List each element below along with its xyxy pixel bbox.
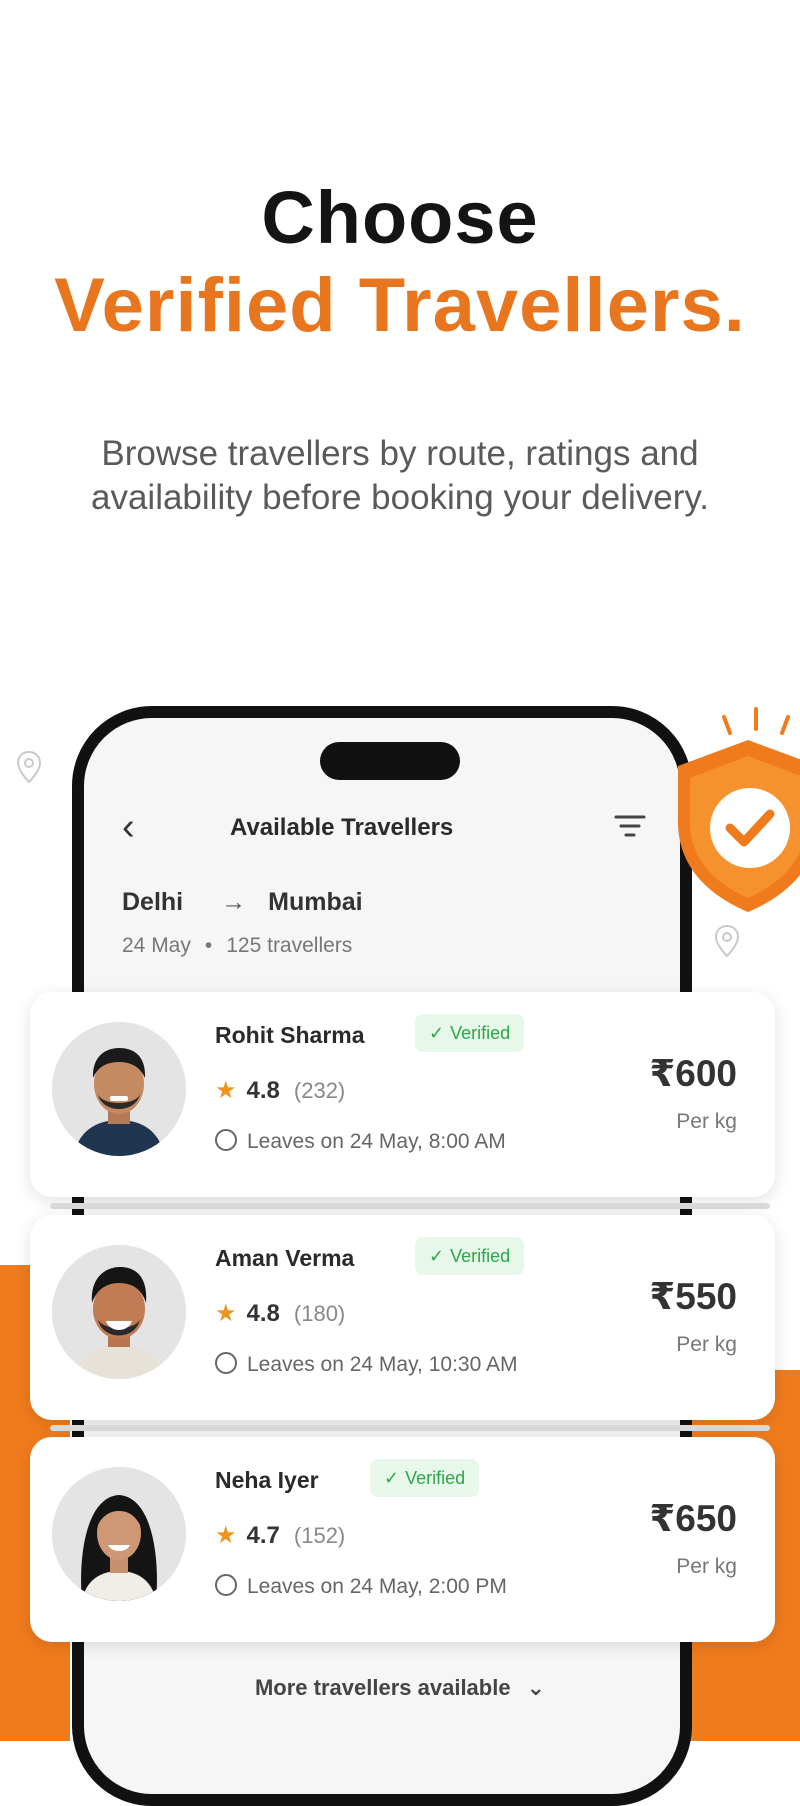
traveller-card[interactable]: Aman Verma ✓ Verified ★ 4.8 (180) Leaves on… xyxy=(30,1215,775,1420)
divider xyxy=(50,1203,770,1209)
traveller-card[interactable]: Neha Iyer ✓ Verified ★ 4.7 (152) Leaves on … xyxy=(30,1437,775,1642)
verified-shield-icon xyxy=(678,740,800,912)
departure-time: Leaves on 24 May, 8:00 AM xyxy=(247,1130,506,1153)
price: ₹550 xyxy=(649,1276,737,1317)
rating-value: 4.8 xyxy=(246,1077,280,1104)
price-unit: Per kg xyxy=(676,1555,737,1578)
traveller-card[interactable]: Rohit Sharma ✓ Verified ★ 4.8 (232) Leaves … xyxy=(30,992,775,1197)
filter-icon[interactable] xyxy=(612,808,648,844)
verified-badge: ✓ Verified xyxy=(370,1459,480,1497)
route-meta: 24 May • 125 travellers xyxy=(122,934,352,958)
verified-label: Verified xyxy=(450,1023,511,1043)
price-unit: Per kg xyxy=(676,1333,737,1356)
route-date: 24 May xyxy=(122,934,191,957)
price-unit: Per kg xyxy=(676,1110,737,1133)
route-from: Delhi xyxy=(122,888,184,916)
clock-icon xyxy=(215,1574,237,1597)
avatar xyxy=(52,1467,186,1601)
route: Delhi → Mumbai xyxy=(122,888,363,917)
departure: Leaves on 24 May, 10:30 AM xyxy=(215,1352,518,1377)
review-count: (152) xyxy=(293,1523,346,1548)
departure-time: Leaves on 24 May, 2:00 PM xyxy=(247,1575,507,1598)
avatar xyxy=(52,1022,186,1156)
verified-badge: ✓ Verified xyxy=(415,1014,525,1052)
more-label: More travellers available xyxy=(254,1675,511,1700)
rating-value: 4.7 xyxy=(246,1522,280,1549)
verified-check-icon: ✓ xyxy=(384,1468,400,1488)
verified-check-icon: ✓ xyxy=(429,1246,445,1266)
clock-icon xyxy=(215,1129,237,1152)
arrow-right-icon: → xyxy=(221,888,247,916)
verified-badge: ✓ Verified xyxy=(415,1237,525,1275)
verified-label: Verified xyxy=(405,1468,466,1488)
rating: ★ 4.7 (152) xyxy=(215,1521,345,1550)
departure: Leaves on 24 May, 8:00 AM xyxy=(215,1129,506,1154)
rating: ★ 4.8 (180) xyxy=(215,1299,345,1328)
price: ₹600 xyxy=(649,1053,737,1094)
chevron-down-icon: ⌄ xyxy=(526,1675,546,1700)
price: ₹650 xyxy=(649,1498,737,1539)
chevron-left-icon[interactable]: ‹ xyxy=(122,806,135,849)
heading-line1: Choose xyxy=(261,176,539,259)
location-pin-icon xyxy=(16,750,42,784)
location-pin-icon xyxy=(714,924,740,958)
review-count: (180) xyxy=(293,1301,346,1326)
verified-label: Verified xyxy=(450,1246,511,1266)
meta-separator: • xyxy=(204,934,213,957)
traveller-count: 125 travellers xyxy=(226,934,353,957)
traveller-name: Aman Verma xyxy=(215,1245,355,1271)
departure: Leaves on 24 May, 2:00 PM xyxy=(215,1574,507,1599)
clock-icon xyxy=(215,1352,237,1375)
departure-time: Leaves on 24 May, 10:30 AM xyxy=(247,1353,518,1376)
avatar xyxy=(52,1245,186,1379)
screen-title: Available Travellers xyxy=(230,814,454,841)
traveller-name: Neha Iyer xyxy=(215,1467,319,1493)
verified-check-icon: ✓ xyxy=(429,1023,445,1043)
heading-line2: Verified Travellers. xyxy=(54,263,746,348)
rating-value: 4.8 xyxy=(246,1300,280,1327)
more-travellers-button[interactable]: More travellers available ⌄ xyxy=(0,1675,800,1701)
divider xyxy=(50,1425,770,1431)
traveller-name: Rohit Sharma xyxy=(215,1022,365,1048)
phone-notch xyxy=(320,742,460,780)
star-icon: ★ xyxy=(215,1077,237,1104)
star-icon: ★ xyxy=(215,1300,237,1327)
route-to: Mumbai xyxy=(268,888,363,916)
review-count: (232) xyxy=(293,1078,346,1103)
star-icon: ★ xyxy=(215,1522,237,1549)
rating: ★ 4.8 (232) xyxy=(215,1076,345,1105)
subtitle: Browse travellers by route, ratings and … xyxy=(90,434,710,517)
